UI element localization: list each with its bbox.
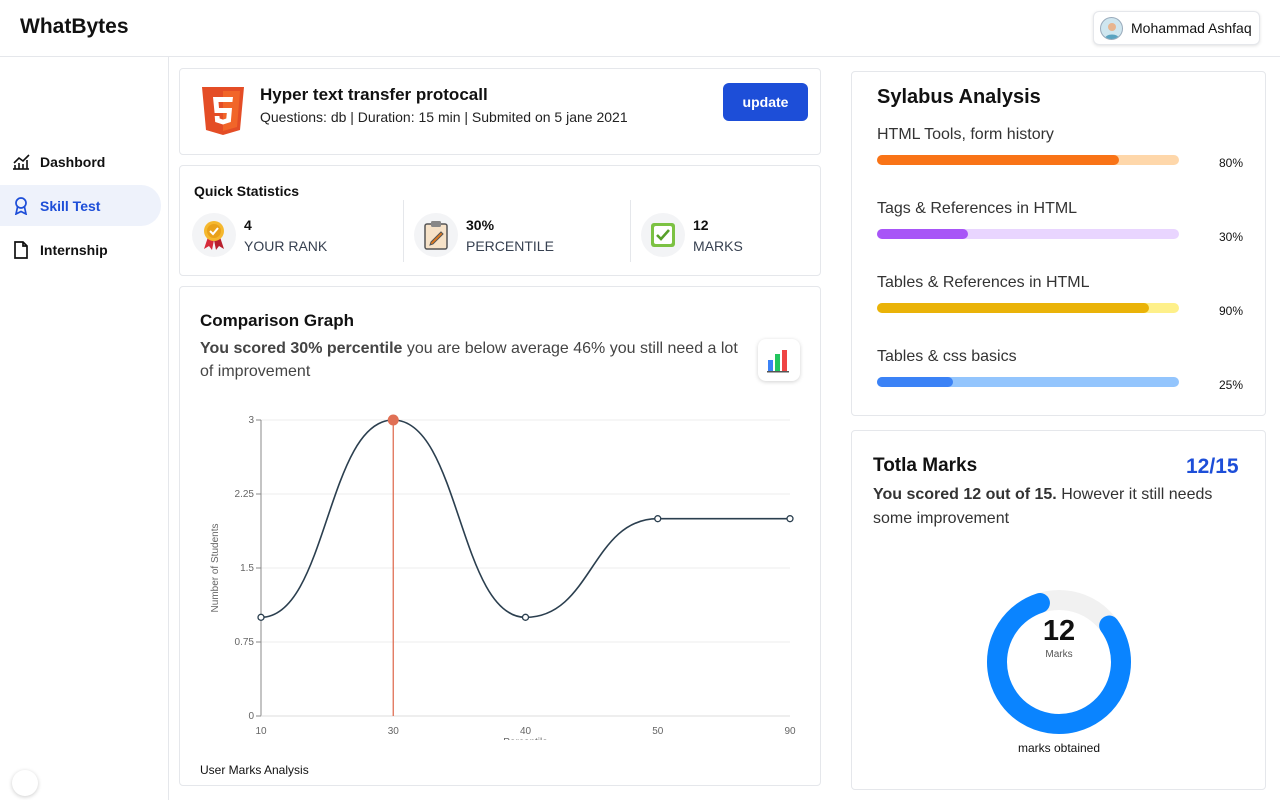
stat-rank: 4 YOUR RANK xyxy=(192,210,327,260)
comparison-graph-card: Comparison Graph You scored 30% percenti… xyxy=(179,286,821,786)
syllabus-row-percent: 80% xyxy=(1219,156,1244,170)
y-axis-label: Number of Students xyxy=(210,524,221,613)
chart-line-icon xyxy=(12,153,30,171)
chart-footer-label: User Marks Analysis xyxy=(200,763,309,777)
stat-marks-value: 12 xyxy=(693,216,709,233)
quick-statistics-title: Quick Statistics xyxy=(194,183,300,199)
syllabus-progress-track xyxy=(877,377,1179,387)
donut-progress-arc xyxy=(987,590,1131,734)
syllabus-title: Sylabus Analysis xyxy=(877,86,1041,108)
syllabus-progress-track xyxy=(877,155,1179,165)
user-name: Mohammad Ashfaq xyxy=(1131,20,1252,36)
syllabus-row-percent: 90% xyxy=(1219,304,1244,318)
syllabus-progress-track xyxy=(877,303,1179,313)
syllabus-row-label: Tables & References in HTML xyxy=(877,274,1090,291)
donut-caption: marks obtained xyxy=(1017,741,1101,755)
test-title: Hyper text transfer protocall xyxy=(260,85,488,104)
total-marks-score: 12/15 xyxy=(1186,455,1239,478)
comparison-graph-title: Comparison Graph xyxy=(200,311,354,330)
stat-rank-label: YOUR RANK xyxy=(244,237,328,254)
sidebar: Dashbord Skill Test Internship xyxy=(0,57,169,800)
syllabus-row: Tags & References in HTML 30% xyxy=(877,200,1247,244)
syllabus-row-percent: 25% xyxy=(1219,378,1244,392)
comparison-graph-description: You scored 30% percentile you are below … xyxy=(200,337,745,383)
data-point xyxy=(786,515,794,523)
total-marks-description: You scored 12 out of 15. However it stil… xyxy=(873,483,1253,531)
sidebar-item-skill-test[interactable]: Skill Test xyxy=(0,185,161,226)
syllabus-row-label: HTML Tools, form history xyxy=(877,126,1054,143)
syllabus-progress-fill xyxy=(877,229,968,239)
syllabus-analysis-card: Sylabus Analysis HTML Tools, form histor… xyxy=(851,71,1266,416)
stat-marks-label: MARKS xyxy=(693,237,743,254)
comparison-line-chart: 0 0.75 1.5 2.25 3 10 30 40 50 90 Number of Student… xyxy=(210,414,820,747)
y-tick-label: 2.25 xyxy=(235,489,255,500)
syllabus-row: Tables & References in HTML 90% xyxy=(877,274,1247,318)
comparison-desc-bold: You scored 30% percentile xyxy=(200,340,403,357)
marks-donut-chart xyxy=(987,590,1131,734)
top-bar: WhatBytes Mohammad Ashfaq xyxy=(0,0,1280,57)
x-tick-label: 10 xyxy=(255,726,267,737)
total-marks-card: Totla Marks 12/15 You scored 12 out of 1… xyxy=(851,430,1266,790)
data-point xyxy=(257,613,265,621)
y-tick-label: 1.5 xyxy=(240,563,254,574)
data-point xyxy=(521,613,530,621)
user-profile-button[interactable]: Mohammad Ashfaq xyxy=(1093,11,1260,45)
update-button[interactable]: update xyxy=(723,83,808,121)
sidebar-item-label: Skill Test xyxy=(40,197,101,214)
data-point-highlight xyxy=(387,414,399,426)
help-button[interactable] xyxy=(12,770,38,796)
sidebar-item-dashboard[interactable]: Dashbord xyxy=(0,141,161,182)
sidebar-item-label: Dashbord xyxy=(40,153,106,170)
syllabus-progress-fill xyxy=(877,377,953,387)
y-tick-label: 0.75 xyxy=(235,637,255,648)
syllabus-row: Tables & css basics 25% xyxy=(877,348,1247,392)
x-axis-label-mask xyxy=(261,740,820,747)
marks-desc-bold: You scored 12 out of 15. xyxy=(873,486,1057,503)
syllabus-progress-fill xyxy=(877,155,1119,165)
syllabus-row-label: Tables & css basics xyxy=(877,348,1017,365)
syllabus-row-percent: 30% xyxy=(1219,230,1244,244)
donut-unit: Marks xyxy=(1045,649,1073,660)
data-point xyxy=(654,515,662,523)
sidebar-item-label: Internship xyxy=(40,241,108,258)
user-avatar-icon xyxy=(1100,16,1123,40)
stat-percentile: 30% PERCENTILE xyxy=(414,210,554,260)
stat-percentile-value: 30% xyxy=(466,216,495,233)
test-meta: Questions: db | Duration: 15 min | Submi… xyxy=(260,109,628,125)
stat-marks: 12 MARKS xyxy=(641,210,743,260)
bar-chart-icon[interactable] xyxy=(758,339,800,381)
clipboard-icon xyxy=(414,213,458,257)
quick-statistics-card: Quick Statistics 4 YOUR RANK 30% PERCENT… xyxy=(179,165,821,276)
total-marks-title: Totla Marks xyxy=(873,455,978,476)
y-tick-label: 0 xyxy=(248,711,254,722)
file-icon xyxy=(12,240,30,259)
sidebar-item-internship[interactable]: Internship xyxy=(0,229,161,270)
x-tick-label: 50 xyxy=(652,726,664,737)
y-tick-label: 3 xyxy=(248,415,254,426)
x-tick-label: 30 xyxy=(388,726,400,737)
stat-divider xyxy=(403,200,404,262)
stat-percentile-label: PERCENTILE xyxy=(466,237,554,254)
award-icon xyxy=(12,196,30,215)
brand-logo[interactable]: WhatBytes xyxy=(20,15,129,39)
checkbox-icon xyxy=(641,213,685,257)
x-tick-label: 40 xyxy=(520,726,532,737)
syllabus-progress-fill xyxy=(877,303,1149,313)
syllabus-progress-track xyxy=(877,229,1179,239)
series-line xyxy=(260,419,790,619)
stat-rank-value: 4 xyxy=(244,216,252,233)
test-info-card: Hyper text transfer protocall Questions:… xyxy=(179,68,821,155)
stat-divider xyxy=(630,200,631,262)
html5-icon xyxy=(202,87,244,135)
x-tick-label: 90 xyxy=(784,726,796,737)
syllabus-row-label: Tags & References in HTML xyxy=(877,200,1078,217)
syllabus-row: HTML Tools, form history 80% xyxy=(877,126,1247,170)
donut-value: 12 xyxy=(1042,615,1076,647)
trophy-medal-icon xyxy=(192,213,236,257)
